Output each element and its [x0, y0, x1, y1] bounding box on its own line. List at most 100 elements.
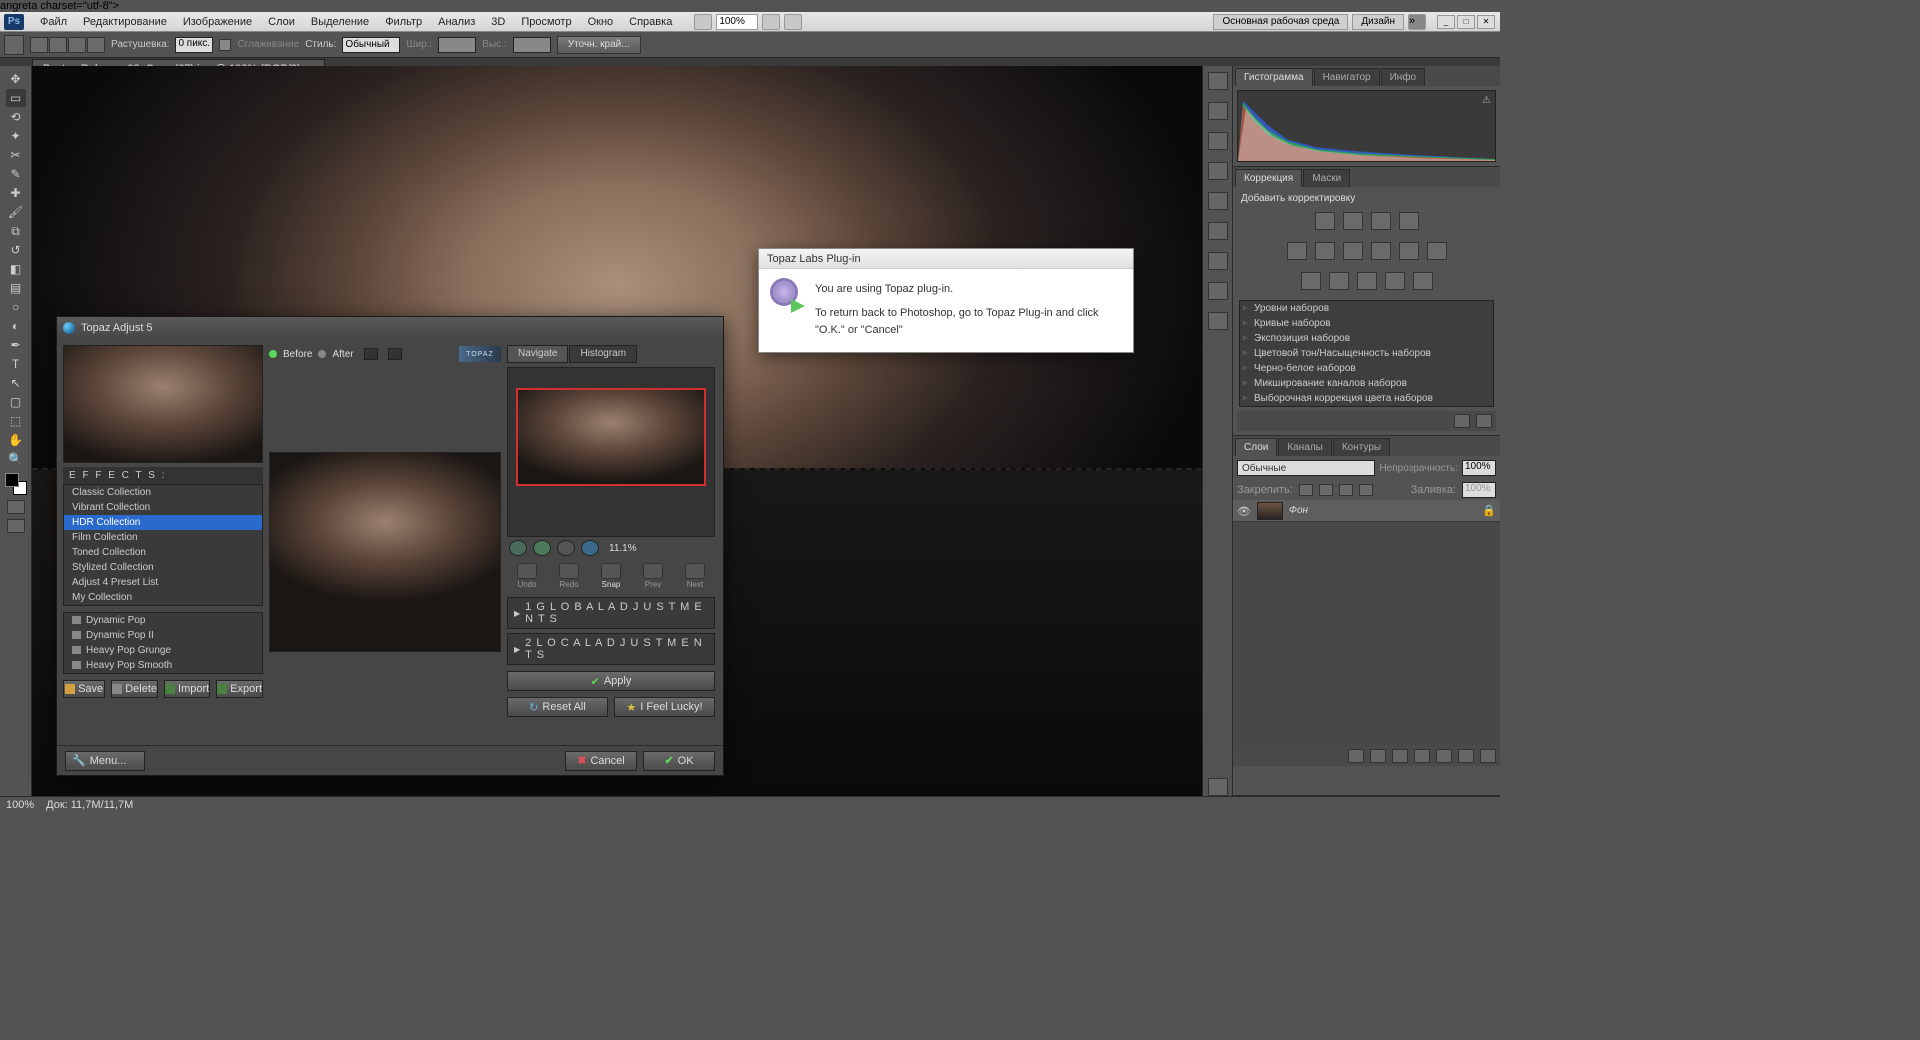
refine-edge-button[interactable]: Уточн. край... — [557, 36, 641, 54]
local-adjustments[interactable]: ▶2 L O C A L A D J U S T M E N T S — [507, 633, 715, 665]
fx-icon[interactable] — [1370, 749, 1386, 763]
mode-add-icon[interactable] — [49, 37, 67, 53]
workspace-more-icon[interactable]: » — [1408, 14, 1426, 30]
adj-curves-icon[interactable] — [1371, 212, 1391, 230]
panel-icon-4[interactable] — [1208, 162, 1228, 180]
zoom-tool-icon[interactable]: 🔍 — [6, 450, 26, 468]
history-brush-tool-icon[interactable]: ↺ — [6, 241, 26, 259]
effect-item[interactable]: Adjust 4 Preset List — [64, 575, 262, 590]
topaz-menu-button[interactable]: 🔧Menu... — [65, 751, 145, 771]
undo-button[interactable]: Undo — [512, 563, 542, 589]
adj-gradmap-icon[interactable] — [1385, 272, 1405, 290]
newlayer-icon[interactable] — [1458, 749, 1474, 763]
tab-histogram-topaz[interactable]: Histogram — [569, 345, 637, 363]
preset-item[interactable]: Уровни наборов — [1240, 301, 1493, 316]
workspace-main[interactable]: Основная рабочая среда — [1213, 14, 1348, 30]
tab-paths[interactable]: Контуры — [1333, 438, 1390, 456]
preset-item[interactable]: Dynamic Pop — [64, 613, 262, 628]
zoom-out-icon[interactable] — [509, 540, 527, 556]
preset-list[interactable]: Dynamic Pop Dynamic Pop II Heavy Pop Gru… — [63, 612, 263, 674]
global-adjustments[interactable]: ▶1 G L O B A L A D J U S T M E N T S — [507, 597, 715, 629]
adj-vibrance-icon[interactable] — [1287, 242, 1307, 260]
style-dropdown[interactable]: Обычный — [342, 37, 400, 53]
preset-item[interactable]: Dynamic Pop II — [64, 628, 262, 643]
menu-image[interactable]: Изображение — [175, 16, 260, 28]
ok-button[interactable]: ✔OK — [643, 751, 715, 771]
path-tool-icon[interactable]: ↖ — [6, 374, 26, 392]
snap-button[interactable]: Snap — [596, 563, 626, 589]
adj-brightness-icon[interactable] — [1315, 212, 1335, 230]
adj-mixer-icon[interactable] — [1427, 242, 1447, 260]
topaz-preview-thumb[interactable] — [63, 345, 263, 463]
layer-name[interactable]: Фон — [1289, 505, 1308, 516]
preset-item[interactable]: Выборочная коррекция цвета наборов — [1240, 391, 1493, 406]
adj-hue-icon[interactable] — [1315, 242, 1335, 260]
zoom-100-icon[interactable] — [581, 540, 599, 556]
effect-item[interactable]: Toned Collection — [64, 545, 262, 560]
wand-tool-icon[interactable]: ✦ — [6, 127, 26, 145]
menu-edit[interactable]: Редактирование — [75, 16, 175, 28]
quickmask-icon[interactable] — [7, 500, 25, 514]
tool-preset-icon[interactable] — [4, 35, 24, 55]
save-button[interactable]: Save — [63, 680, 105, 698]
main-preview[interactable] — [269, 452, 501, 652]
lock-all-icon[interactable] — [1359, 484, 1373, 496]
tab-navigate[interactable]: Navigate — [507, 345, 568, 363]
blend-mode-dropdown[interactable]: Обычные — [1237, 460, 1375, 476]
menu-analysis[interactable]: Анализ — [430, 16, 483, 28]
preset-item[interactable]: Кривые наборов — [1240, 316, 1493, 331]
panel-icon-3[interactable] — [1208, 132, 1228, 150]
panel-icon-1[interactable] — [1208, 72, 1228, 90]
adj-photo-icon[interactable] — [1399, 242, 1419, 260]
menu-view[interactable]: Просмотр — [513, 16, 579, 28]
view-extras-icon[interactable] — [762, 14, 780, 30]
effect-item[interactable]: Classic Collection — [64, 485, 262, 500]
tab-channels[interactable]: Каналы — [1278, 438, 1332, 456]
effect-item[interactable]: My Collection — [64, 590, 262, 605]
lock-trans-icon[interactable] — [1299, 484, 1313, 496]
adj-foot-icon[interactable] — [1454, 414, 1470, 428]
marquee-tool-icon[interactable]: ▭ — [6, 89, 26, 107]
dodge-tool-icon[interactable]: ◐ — [6, 317, 26, 335]
tab-navigator[interactable]: Навигатор — [1314, 68, 1380, 86]
adj-poster-icon[interactable] — [1329, 272, 1349, 290]
trash-icon[interactable] — [1480, 749, 1496, 763]
feather-input[interactable]: 0 пикс. — [175, 37, 213, 53]
tab-adjustments[interactable]: Коррекция — [1235, 169, 1302, 187]
view-split-icon[interactable] — [388, 348, 402, 360]
mode-new-icon[interactable] — [30, 37, 48, 53]
preset-item[interactable]: Экспозиция наборов — [1240, 331, 1493, 346]
menu-select[interactable]: Выделение — [303, 16, 377, 28]
adj-threshold-icon[interactable] — [1357, 272, 1377, 290]
pen-tool-icon[interactable]: ✒ — [6, 336, 26, 354]
lasso-tool-icon[interactable]: ⟲ — [6, 108, 26, 126]
panel-icon-6[interactable] — [1208, 222, 1228, 240]
stamp-tool-icon[interactable]: ⧉ — [6, 222, 26, 240]
lucky-button[interactable]: ★I Feel Lucky! — [614, 697, 715, 717]
import-button[interactable]: Import — [164, 680, 210, 698]
link-icon[interactable] — [1348, 749, 1364, 763]
mask-icon[interactable] — [1392, 749, 1408, 763]
panel-icon-7[interactable] — [1208, 252, 1228, 270]
apply-button[interactable]: ✔Apply — [507, 671, 715, 691]
status-doc[interactable]: Док: 11,7M/11,7M — [46, 799, 133, 811]
3d-tool-icon[interactable]: ⬚ — [6, 412, 26, 430]
adj-balance-icon[interactable] — [1343, 242, 1363, 260]
zoom-fit-icon[interactable] — [557, 540, 575, 556]
panel-icon-9[interactable] — [1208, 312, 1228, 330]
move-tool-icon[interactable]: ✥ — [6, 70, 26, 88]
navigator-preview[interactable] — [516, 388, 706, 486]
preset-item[interactable]: Heavy Pop Smooth — [64, 658, 262, 673]
menu-layer[interactable]: Слои — [260, 16, 303, 28]
menu-help[interactable]: Справка — [621, 16, 680, 28]
adj-invert-icon[interactable] — [1301, 272, 1321, 290]
histogram-warn-icon[interactable]: ⚠ — [1482, 95, 1491, 106]
brush-tool-icon[interactable]: 🖌 — [6, 203, 26, 221]
blur-tool-icon[interactable]: ○ — [6, 298, 26, 316]
shape-tool-icon[interactable]: ▢ — [6, 393, 26, 411]
menu-file[interactable]: Файл — [32, 16, 75, 28]
tab-info[interactable]: Инфо — [1381, 68, 1426, 86]
topaz-dialog[interactable]: Topaz Adjust 5 E F F E C T S : Classic C… — [56, 316, 724, 776]
window-close-icon[interactable]: ✕ — [1477, 15, 1495, 29]
group-icon[interactable] — [1436, 749, 1452, 763]
